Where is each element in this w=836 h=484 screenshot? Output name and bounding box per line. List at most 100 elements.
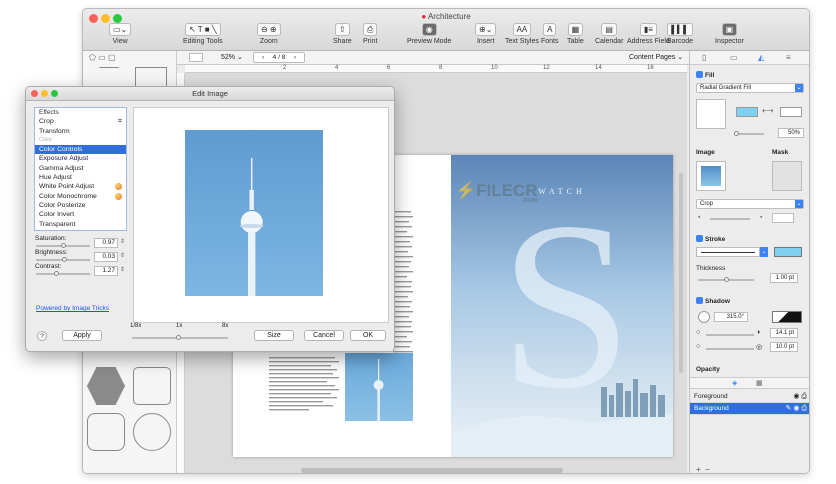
effect-item[interactable]: White Point Adjust bbox=[35, 182, 126, 191]
stroke-style-stepper[interactable]: ⌄ bbox=[760, 247, 768, 257]
grid-tab-icon[interactable]: ▦ bbox=[756, 379, 763, 387]
effect-item[interactable]: Color Controls bbox=[35, 145, 126, 155]
toolbar-address-field-button[interactable]: ▮≡ Address Field bbox=[627, 23, 670, 45]
text-tab-icon[interactable]: ≡ bbox=[786, 53, 791, 62]
shadow-color-well[interactable] bbox=[772, 311, 802, 323]
next-page-icon[interactable]: › bbox=[294, 54, 296, 61]
fill-percent-field[interactable]: 50% bbox=[778, 128, 804, 138]
shape-hexagon[interactable] bbox=[87, 367, 125, 405]
stroke-section[interactable]: Stroke bbox=[696, 235, 725, 243]
image-preview[interactable] bbox=[133, 107, 389, 323]
size-button[interactable]: Size bbox=[254, 330, 294, 341]
help-button[interactable]: ? bbox=[37, 331, 47, 341]
shadow-angle-field[interactable]: 315.0° bbox=[714, 312, 748, 322]
contrast-field[interactable]: 1.27 bbox=[94, 266, 118, 276]
toolbar-print-button[interactable]: ⎙ Print bbox=[363, 23, 378, 45]
toolbar-barcode-button[interactable]: ▌▍▌ Barcode bbox=[667, 23, 693, 45]
stroke-color-well[interactable] bbox=[774, 247, 802, 257]
contrast-stepper[interactable]: ⇕ bbox=[120, 266, 125, 273]
toolbar-view-button[interactable]: ▭⌄ View bbox=[109, 23, 132, 45]
effect-item[interactable]: Color Monochrome bbox=[35, 192, 126, 201]
saturation-field[interactable]: 0.97 bbox=[94, 238, 118, 248]
gradient-preview[interactable] bbox=[696, 99, 726, 129]
image-well[interactable] bbox=[696, 161, 726, 191]
layer-visibility-icons[interactable]: ◉ ⎙ bbox=[793, 391, 807, 403]
fill-checkbox[interactable] bbox=[696, 71, 703, 78]
tower-thumbnail-image[interactable] bbox=[345, 353, 413, 421]
page-navigator[interactable]: ‹ 4 / 8 › bbox=[253, 52, 305, 63]
shape-round-rect-large[interactable] bbox=[87, 413, 125, 451]
effect-item[interactable]: Color Posterize bbox=[35, 201, 126, 210]
toolbar-share-button[interactable]: ⇧ Share bbox=[333, 23, 352, 45]
layout-tab-icon[interactable]: ▭ bbox=[730, 53, 738, 62]
gradient-start-color[interactable] bbox=[736, 107, 758, 117]
crop-select[interactable]: Crop ⌄ bbox=[696, 199, 804, 209]
effect-item[interactable]: Color bbox=[35, 136, 126, 145]
preview-zoom-knob[interactable] bbox=[176, 335, 181, 340]
zoom-select[interactable]: 52% ⌄ bbox=[221, 53, 243, 61]
shape-rounded-rect[interactable] bbox=[133, 367, 171, 405]
toolbar-fonts-button[interactable]: A Fonts bbox=[541, 23, 559, 45]
toolbar-editing-tools-button[interactable]: ↖ T ■ ╲ Editing Tools bbox=[183, 23, 223, 45]
toolbar-text-styles-button[interactable]: AA Text Styles bbox=[505, 23, 539, 45]
fill-section[interactable]: Fill bbox=[696, 71, 714, 79]
toolbar-table-button[interactable]: ▦ Table bbox=[567, 23, 584, 45]
preview-image-tower[interactable] bbox=[185, 130, 323, 296]
contrast-slider[interactable] bbox=[36, 271, 90, 276]
toolbar-inspector-button[interactable]: ▣ Inspector bbox=[715, 23, 744, 45]
brightness-field[interactable]: 0.03 bbox=[94, 252, 118, 262]
apply-button[interactable]: Apply bbox=[62, 330, 102, 341]
effect-item[interactable]: Exposure Adjust bbox=[35, 154, 126, 163]
saturation-slider[interactable] bbox=[36, 243, 90, 248]
effect-item[interactable]: Color Invert bbox=[35, 210, 126, 219]
crop-scale-field[interactable] bbox=[772, 213, 794, 223]
mask-well[interactable] bbox=[772, 161, 802, 191]
zoom-icon: ⊖ ⊕ bbox=[257, 23, 281, 36]
shadow-section[interactable]: Shadow bbox=[696, 297, 730, 305]
effect-item[interactable]: Gamma Adjust bbox=[35, 164, 126, 173]
brightness-stepper[interactable]: ⇕ bbox=[120, 252, 125, 259]
preview-zoom-slider[interactable] bbox=[132, 335, 228, 340]
toolbar-preview-mode-button[interactable]: ◉ Preview Mode bbox=[407, 23, 451, 45]
layer-row[interactable]: Foreground ◉ ⎙ bbox=[690, 391, 809, 403]
toolbar-insert-button[interactable]: ⊕⌄ Insert bbox=[475, 23, 497, 45]
shadow-offset-field[interactable]: 14.1 pt bbox=[770, 328, 798, 338]
layer-row[interactable]: Background ✎ ◉ ⎙ bbox=[690, 403, 809, 415]
contrast-knob[interactable] bbox=[53, 271, 59, 276]
shadow-blur-field[interactable]: 10.0 pt bbox=[770, 342, 798, 352]
stroke-style-select[interactable] bbox=[696, 247, 760, 257]
toolbar-calendar-button[interactable]: ▤ Calendar bbox=[595, 23, 623, 45]
fill-type-select[interactable]: Radial Gradient Fill ⌄ bbox=[696, 83, 804, 93]
effect-item[interactable]: Hue Adjust bbox=[35, 173, 126, 182]
shadow-checkbox[interactable] bbox=[696, 297, 703, 304]
toolbar-zoom-button[interactable]: ⊖ ⊕ Zoom bbox=[257, 23, 281, 45]
effect-item[interactable]: Transform bbox=[35, 127, 126, 136]
layout-icon[interactable] bbox=[189, 53, 203, 62]
cancel-button[interactable]: Cancel bbox=[304, 330, 344, 341]
layer-visibility-icons[interactable]: ✎ ◉ ⎙ bbox=[786, 403, 807, 415]
gradient-end-color[interactable] bbox=[780, 107, 802, 117]
effect-item[interactable]: Crop ⌗ bbox=[35, 117, 126, 126]
vertical-scrollbar[interactable] bbox=[679, 173, 683, 373]
brightness-slider[interactable] bbox=[36, 257, 90, 262]
effect-item[interactable]: Transparent bbox=[35, 220, 126, 229]
shape-circle[interactable] bbox=[133, 413, 171, 451]
swap-colors-icon[interactable]: ⟷ bbox=[762, 106, 773, 115]
remove-layer-button[interactable]: − bbox=[705, 465, 710, 473]
image-tricks-link[interactable]: Powered by Image Tricks bbox=[36, 305, 109, 312]
prev-page-icon[interactable]: ‹ bbox=[262, 54, 264, 61]
add-layer-button[interactable]: + bbox=[696, 465, 701, 473]
effects-list[interactable]: Effects Crop ⌗ Transform Color Color Control… bbox=[34, 107, 127, 231]
ok-button[interactable]: OK bbox=[350, 330, 386, 341]
horizontal-scrollbar[interactable] bbox=[301, 468, 563, 473]
document-tab-icon[interactable]: ▯ bbox=[702, 53, 706, 62]
style-tab-icon[interactable]: ◭ bbox=[758, 53, 764, 62]
saturation-knob[interactable] bbox=[61, 243, 66, 248]
brightness-knob[interactable] bbox=[62, 257, 67, 262]
content-pages-select[interactable]: Content Pages ⌄ bbox=[629, 53, 683, 61]
saturation-stepper[interactable]: ⇕ bbox=[120, 238, 125, 245]
layers-tab-icon[interactable]: ◈ bbox=[732, 379, 737, 387]
shadow-angle-dial[interactable] bbox=[698, 311, 710, 323]
stroke-checkbox[interactable] bbox=[696, 235, 703, 242]
thickness-field[interactable]: 1.00 pt bbox=[770, 273, 798, 283]
